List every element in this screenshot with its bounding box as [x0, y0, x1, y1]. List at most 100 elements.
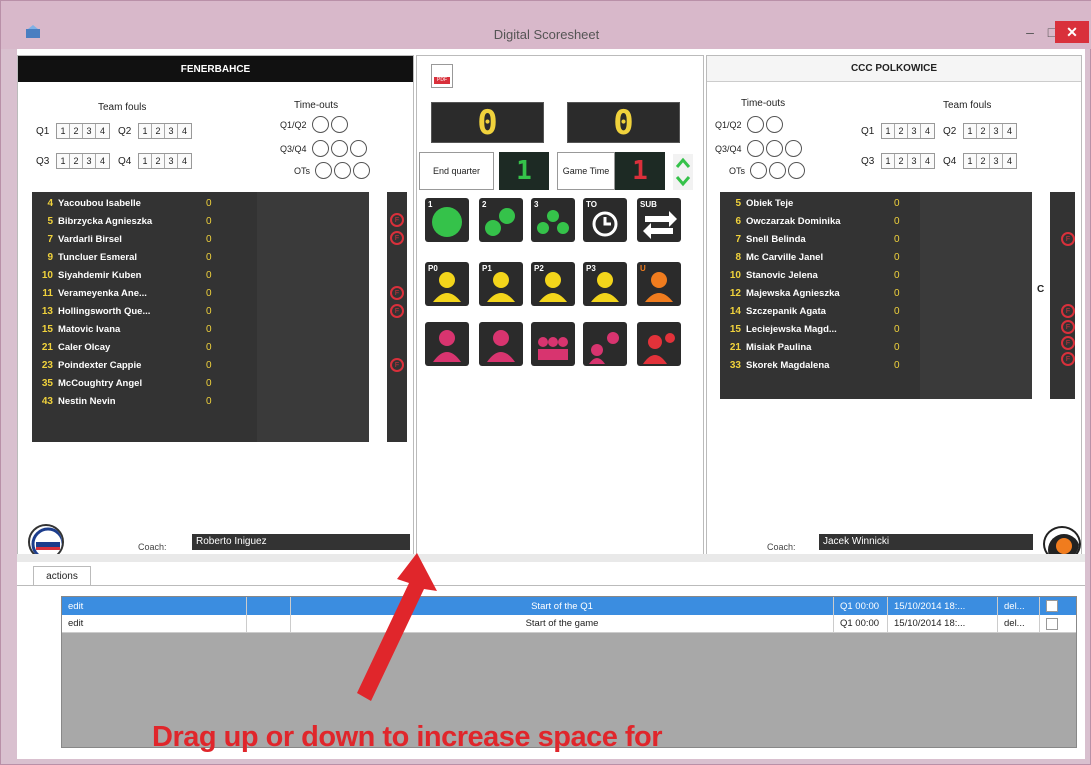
player-row[interactable]: 7 Vardarli Birsel 0 — [32, 230, 407, 248]
player-row[interactable]: 23 Poindexter Cappie 0 — [32, 356, 407, 374]
foul-box[interactable]: 1 — [964, 124, 977, 138]
foul-box[interactable]: 1 — [882, 154, 895, 168]
player-row[interactable]: 9 Tuncluer Esmeral 0 — [32, 248, 407, 266]
disqualify-icon[interactable]: F — [1061, 336, 1075, 350]
free-throw-button[interactable]: 1 — [425, 198, 469, 242]
unsportsmanlike-foul-button[interactable]: U — [637, 262, 681, 306]
player-row[interactable]: 5 Obiek Teje 0 — [720, 194, 1075, 212]
timeout-circle[interactable] — [788, 162, 806, 179]
foul-box[interactable]: 4 — [96, 154, 109, 168]
player-row[interactable]: 6 Owczarzak Dominika 0 — [720, 212, 1075, 230]
foul-boxes[interactable]: 1 2 3 4 — [881, 123, 935, 139]
player-row[interactable]: 7 Snell Belinda 0 — [720, 230, 1075, 248]
edit-link[interactable]: edit — [62, 597, 247, 615]
player-row[interactable]: 21 Misiak Paulina 0 — [720, 338, 1075, 356]
timeout-circle[interactable] — [330, 140, 348, 157]
player-row[interactable]: 33 Skorek Magdalena 0 — [720, 356, 1075, 374]
turnover-button[interactable] — [637, 322, 681, 366]
foul-box[interactable]: 2 — [152, 124, 165, 138]
close-button[interactable]: ✕ — [1055, 21, 1089, 43]
foul-boxes[interactable]: 1 2 3 4 — [963, 123, 1017, 139]
timeout-circle[interactable] — [315, 162, 333, 179]
player-row[interactable]: 15 Matovic Ivana 0 — [32, 320, 407, 338]
foul-box[interactable]: 2 — [895, 124, 908, 138]
assist-button[interactable] — [479, 322, 523, 366]
personal-foul-p1-button[interactable]: P1 — [479, 262, 523, 306]
table-row[interactable]: edit Start of the game Q1 00:00 15/10/20… — [62, 615, 1076, 633]
title-bar[interactable]: Digital Scoresheet – □ ✕ — [1, 1, 1091, 49]
foul-box[interactable]: 3 — [83, 154, 96, 168]
foul-box[interactable]: 3 — [990, 154, 1003, 168]
timeout-circle[interactable] — [750, 162, 768, 179]
chevron-up-icon[interactable] — [673, 154, 693, 172]
foul-boxes[interactable]: 1 2 3 4 — [56, 153, 110, 169]
disqualify-icon[interactable]: F — [390, 213, 404, 227]
foul-box[interactable]: 2 — [152, 154, 165, 168]
foul-boxes[interactable]: 1 2 3 4 — [138, 123, 192, 139]
foul-box[interactable]: 2 — [977, 154, 990, 168]
timeout-circle[interactable] — [746, 140, 764, 157]
player-row[interactable]: 5 Bibrzycka Agnieszka 0 — [32, 212, 407, 230]
disqualify-icon[interactable]: F — [1061, 352, 1075, 366]
foul-box[interactable]: 2 — [70, 124, 83, 138]
foul-box[interactable]: 1 — [57, 154, 70, 168]
disqualify-icon[interactable]: F — [390, 358, 404, 372]
foul-boxes[interactable]: 1 2 3 4 — [963, 153, 1017, 169]
home-coach-name[interactable]: Roberto Iniguez — [192, 534, 410, 550]
foul-box[interactable]: 1 — [139, 124, 152, 138]
foul-boxes[interactable]: 1 2 3 4 — [138, 153, 192, 169]
player-row[interactable]: 12 Majewska Agnieszka 0 — [720, 284, 1075, 302]
foul-box[interactable]: 3 — [990, 124, 1003, 138]
chevron-down-icon[interactable] — [673, 172, 693, 190]
team-stat-button[interactable] — [531, 322, 575, 366]
player-row[interactable]: 43 Nestin Nevin 0 — [32, 392, 407, 410]
foul-box[interactable]: 4 — [1003, 124, 1016, 138]
player-row[interactable]: 10 Stanovic Jelena 0 — [720, 266, 1075, 284]
player-row[interactable]: 14 Szczepanik Agata 0 — [720, 302, 1075, 320]
disqualify-icon[interactable]: F — [390, 304, 404, 318]
substitution-button[interactable]: SUB — [637, 198, 681, 242]
timeout-circle[interactable] — [334, 162, 352, 179]
foul-box[interactable]: 4 — [921, 154, 934, 168]
foul-boxes[interactable]: 1 2 3 4 — [56, 123, 110, 139]
disqualify-icon[interactable]: F — [390, 231, 404, 245]
panel-splitter[interactable] — [17, 554, 1085, 562]
player-row[interactable]: 13 Hollingsworth Que... 0 — [32, 302, 407, 320]
personal-foul-p0-button[interactable]: P0 — [425, 262, 469, 306]
foul-box[interactable]: 1 — [139, 154, 152, 168]
minimize-button[interactable]: – — [1019, 21, 1041, 43]
disqualify-icon[interactable]: F — [1061, 320, 1075, 334]
foul-boxes[interactable]: 1 2 3 4 — [881, 153, 935, 169]
timeout-circle[interactable] — [765, 140, 783, 157]
foul-box[interactable]: 2 — [895, 154, 908, 168]
personal-foul-p2-button[interactable]: P2 — [531, 262, 575, 306]
disqualify-icon[interactable]: F — [390, 286, 404, 300]
pdf-icon[interactable]: PDF — [431, 64, 453, 88]
delete-link[interactable]: del... — [998, 597, 1040, 615]
foul-box[interactable]: 4 — [178, 154, 191, 168]
timeout-circle[interactable] — [769, 162, 787, 179]
foul-box[interactable]: 1 — [964, 154, 977, 168]
disqualify-icon[interactable]: F — [1061, 232, 1075, 246]
timeout-circle[interactable] — [765, 116, 783, 133]
foul-box[interactable]: 3 — [908, 154, 921, 168]
rebound-button[interactable] — [425, 322, 469, 366]
tab-actions[interactable]: actions — [33, 566, 91, 586]
delete-link[interactable]: del... — [998, 615, 1040, 632]
timeout-circle[interactable] — [353, 162, 371, 179]
foul-box[interactable]: 1 — [882, 124, 895, 138]
table-row[interactable]: edit Start of the Q1 Q1 00:00 15/10/2014… — [62, 597, 1076, 615]
row-checkbox[interactable] — [1046, 617, 1058, 630]
foul-box[interactable]: 3 — [908, 124, 921, 138]
foul-box[interactable]: 3 — [83, 124, 96, 138]
foul-box[interactable]: 4 — [921, 124, 934, 138]
player-row[interactable]: 10 Siyahdemir Kuben 0 — [32, 266, 407, 284]
three-point-button[interactable]: 3 — [531, 198, 575, 242]
timeout-circle[interactable] — [330, 116, 348, 133]
edit-link[interactable]: edit — [62, 615, 247, 632]
timeout-circle[interactable] — [311, 140, 329, 157]
disqualify-icon[interactable]: F — [1061, 304, 1075, 318]
row-checkbox[interactable] — [1046, 600, 1058, 612]
foul-box[interactable]: 3 — [165, 124, 178, 138]
timeout-circle[interactable] — [349, 140, 367, 157]
